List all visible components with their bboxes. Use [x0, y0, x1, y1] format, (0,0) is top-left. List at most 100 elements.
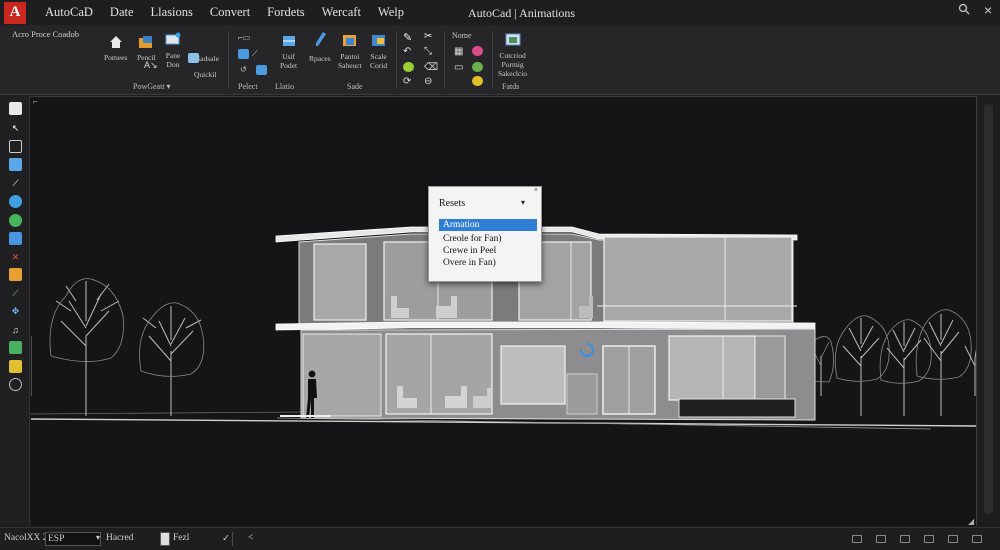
popup-option-armation[interactable]: Armation	[439, 219, 537, 231]
menu-item-app[interactable]: AutoCaD	[40, 5, 105, 20]
check-icon[interactable]: ✓	[222, 533, 230, 544]
viewport-resize-icon[interactable]: ◢	[968, 517, 974, 526]
ortho-mode-icon[interactable]	[948, 535, 958, 543]
scrollbar-thumb[interactable]	[984, 104, 993, 514]
layer-swatch[interactable]	[160, 532, 170, 546]
polyline-tool-icon[interactable]: ⟋	[252, 49, 263, 59]
shape-tool-icon[interactable]	[238, 49, 249, 59]
refresh-icon[interactable]: ⟳	[403, 76, 414, 87]
arc-tool-icon[interactable]	[9, 214, 22, 227]
zoom-field[interactable]: ESP	[45, 532, 101, 546]
status-bar: NacolXX 25 ESP ▾ Hacred Fezl ✓ <	[0, 527, 1000, 550]
hatch-fill-icon[interactable]	[9, 360, 22, 373]
tree-left-2	[139, 302, 205, 416]
reception-counter	[678, 398, 796, 418]
circle-tool-icon[interactable]	[9, 195, 22, 208]
app-logo[interactable]: A	[4, 1, 26, 24]
fill-label: Rpaces	[309, 54, 331, 63]
ribbon-separator	[396, 31, 397, 89]
popup-title[interactable]: Resets	[439, 198, 465, 209]
cut-icon[interactable]: ✂	[424, 31, 435, 42]
tree-right-2	[879, 319, 932, 416]
draw-button[interactable]: Pane Don	[165, 32, 181, 69]
color-swatch-icon[interactable]	[472, 46, 483, 56]
model-space-icon[interactable]	[852, 535, 862, 543]
layout-icon[interactable]	[876, 535, 886, 543]
paint-button[interactable]: Scale Corid	[370, 33, 387, 70]
settings-icon[interactable]	[9, 378, 22, 391]
menu-item-wercaft[interactable]: Wercaft	[317, 5, 373, 20]
popup-close-icon[interactable]: ×	[534, 187, 538, 194]
color-icon[interactable]	[403, 62, 414, 72]
chevron-down-icon[interactable]: ▾	[521, 198, 525, 207]
frame-icon[interactable]: ▭	[454, 62, 465, 73]
search-tool-icon[interactable]: ⊖	[424, 76, 435, 87]
tool-palette: ↖ ⟋ ✕ ⟋ ✥ ♫	[0, 96, 30, 526]
pen-icon	[315, 32, 326, 46]
grid-button[interactable]: Usif Podet	[280, 33, 297, 70]
measure-icon[interactable]: ⤡	[424, 46, 435, 57]
building-drawing	[31, 226, 977, 430]
building	[275, 226, 816, 421]
grid-snap-icon[interactable]: ▦	[454, 46, 465, 57]
ribbon: Acro Proce Coadob Pomees Pencil Pane Don…	[0, 25, 1000, 95]
arrow-icon[interactable]: A↘	[144, 60, 158, 70]
trim-tool-icon[interactable]: ✕	[9, 251, 22, 264]
home-button[interactable]: Pomees	[104, 34, 127, 62]
layers-button[interactable]: Cutcriod Pormig Sakeclcio	[498, 32, 527, 78]
quick-button[interactable]: Quickil	[194, 67, 217, 79]
text-tool-icon[interactable]	[9, 268, 22, 281]
upper-window-4	[603, 236, 793, 322]
pencil-button[interactable]: Pencil	[137, 34, 156, 62]
fill-button[interactable]: Rpaces	[309, 31, 331, 63]
dimension-tool-icon[interactable]: ⟋	[9, 287, 22, 300]
undo-icon[interactable]: ↶	[403, 46, 414, 57]
vertical-scrollbar[interactable]	[978, 96, 1000, 526]
table-icon[interactable]	[188, 53, 199, 63]
brush-icon[interactable]: ✎	[403, 31, 414, 44]
mode-value[interactable]: Hacred	[106, 533, 133, 543]
shade-button[interactable]: Pantoi Saheuct	[338, 33, 362, 70]
collapse-arrow-icon[interactable]: <	[248, 533, 253, 543]
upper-window-1	[313, 243, 367, 321]
workspace-icon[interactable]	[972, 535, 982, 543]
quick-label: Quickil	[194, 70, 217, 79]
drawing-viewport[interactable]: × Resets ▾ Armation Creole for Fan) Crew…	[31, 96, 977, 526]
erase-icon[interactable]: ⌫	[424, 62, 438, 73]
group-label-powgeatt[interactable]: PowGeatt ▾	[133, 82, 171, 91]
line-draw-icon[interactable]: ⟋	[9, 177, 22, 190]
close-icon[interactable]: ×	[984, 2, 992, 18]
hatch-tool-icon[interactable]	[256, 65, 267, 75]
music-icon[interactable]: ♫	[9, 323, 22, 336]
layers-label: Cutcriod Pormig Sakeclcio	[498, 51, 528, 78]
rectangle-tool-icon[interactable]	[9, 158, 22, 171]
bucket-icon[interactable]	[472, 62, 483, 72]
menu-item-llasions[interactable]: Llasions	[146, 5, 205, 20]
layer-tool-icon[interactable]	[9, 341, 22, 354]
new-file-icon[interactable]	[9, 102, 22, 115]
zoom-dropdown-icon[interactable]: ▾	[96, 533, 100, 542]
edit-button[interactable]: Sadsale	[196, 51, 219, 63]
window-select-icon[interactable]	[9, 140, 22, 153]
ribbon-quick-access[interactable]: Acro Proce Coadob	[12, 29, 79, 39]
menu-item-fordets[interactable]: Fordets	[262, 5, 317, 20]
polygon-tool-icon[interactable]	[9, 232, 22, 245]
line-tool-icon[interactable]: ⌐▭	[238, 33, 250, 43]
select-tool-icon[interactable]: ↖	[9, 122, 22, 135]
move-tool-icon[interactable]: ✥	[9, 305, 22, 318]
popup-option-overe[interactable]: Overe in Fan)	[439, 257, 537, 269]
light-icon[interactable]	[472, 76, 483, 86]
viewport-menu-icon[interactable]: ⌐	[33, 97, 38, 106]
render-presets-popup: × Resets ▾ Armation Creole for Fan) Crew…	[428, 186, 542, 282]
search-icon[interactable]	[958, 3, 970, 18]
ribbon-separator	[228, 31, 229, 89]
snap-mode-icon[interactable]	[924, 535, 934, 543]
menu-item-help[interactable]: Welp	[373, 5, 416, 20]
grid-display-icon[interactable]	[900, 535, 910, 543]
rotate-tool-icon[interactable]: ↺	[240, 65, 251, 75]
popup-option-crewe[interactable]: Crewe in Peel	[439, 245, 537, 257]
popup-option-creole[interactable]: Creole for Fan)	[439, 233, 537, 245]
menu-item-convert[interactable]: Convert	[205, 5, 262, 20]
layer-value[interactable]: Fezl	[173, 533, 189, 543]
menu-item-date[interactable]: Date	[105, 5, 146, 20]
